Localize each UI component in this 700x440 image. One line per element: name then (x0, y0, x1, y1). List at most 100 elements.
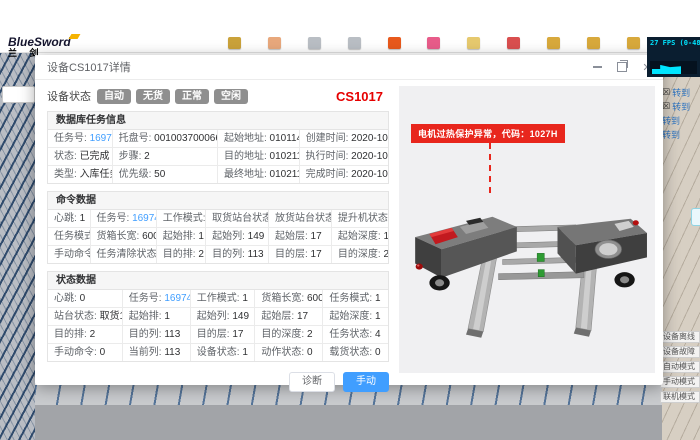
legend-item: 联机模式 (660, 391, 700, 403)
field-value: 4 (375, 329, 381, 340)
worker-icon[interactable] (228, 37, 241, 49)
warehouse-icon[interactable] (587, 37, 600, 49)
restore-icon[interactable] (616, 61, 628, 73)
field-value: 17 (232, 329, 243, 340)
device-status-label: 设备状态 (47, 88, 91, 104)
goto-link[interactable]: 转到 (662, 114, 699, 126)
legend-column: 设备离线设备故障自动模式手动模式联机模式 (660, 331, 700, 403)
field-value: 2 (198, 249, 204, 260)
field-目的排: 目的排: 2 (48, 326, 123, 343)
shuttle-device-3d (405, 186, 649, 339)
field-任务模式: 任务模式: 1 (48, 228, 91, 245)
field-创建时间: 创建时间: 2020-10-21 09:58:43 (300, 130, 388, 147)
legend-item: 自动模式 (660, 361, 700, 373)
section-title: 状态数据 (47, 271, 389, 289)
field-任务清除状态: 任务清除状态: 2 (91, 246, 157, 263)
diagnose-button[interactable]: 诊断 (289, 372, 335, 392)
box-pink-icon[interactable] (427, 37, 440, 49)
field-起始深度: 起始深度: 1 (332, 228, 388, 245)
person-icon[interactable] (268, 37, 281, 49)
field-value: 2020-10-21 09:58:43 (351, 133, 388, 144)
goto-link[interactable]: ☒转到 (662, 100, 699, 112)
status-badge: 空闲 (214, 89, 248, 104)
goto-link[interactable]: 转到 (662, 128, 699, 140)
field-任务模式: 任务模式: 1 (323, 290, 388, 307)
field-value: 0102113172 (270, 169, 300, 180)
app-topbar: BlueSword 兰 剑 (0, 0, 700, 53)
search-input[interactable] (2, 86, 35, 103)
field-类型: 类型: 入库任务 (48, 166, 113, 183)
error-callout: 电机过热保护异常，代码：1027H (411, 124, 565, 143)
dialog-body: 设备状态 自动无货正常空闲 CS1017 数据库任务信息 任务号: 169742… (35, 80, 663, 385)
section-table: 心跳: 1任务号: 1697426工作模式: 1取货站台状态: 1放货站台状态:… (47, 209, 389, 264)
field-起始层: 起始层: 17 (269, 228, 332, 245)
goto-link[interactable]: ☒转到 (662, 86, 699, 98)
device-id: CS1017 (336, 89, 383, 104)
field-手动命令: 手动命令: 0 (48, 344, 123, 361)
field-任务号: 任务号: 1697426 (48, 130, 113, 147)
manual-button[interactable]: 手动 (343, 372, 389, 392)
monitor-icon[interactable] (308, 37, 321, 49)
warehouse-icon[interactable] (627, 37, 640, 49)
field-value: 1 (198, 231, 204, 242)
goto-column: ☒转到☒转到转到转到 (662, 86, 699, 140)
field-货箱长宽: 货箱长宽: 600*400 (255, 290, 323, 307)
section-title: 数据库任务信息 (47, 111, 389, 129)
field-value: 113 (248, 249, 264, 260)
factory-icon[interactable] (507, 37, 520, 49)
legend-item: 设备离线 (660, 331, 700, 343)
field-工作模式: 工作模式: 1 (191, 290, 256, 307)
minimize-icon[interactable] (591, 61, 603, 73)
task-id-link[interactable]: 1697426 (132, 213, 157, 224)
fps-counter: 27 FPS (0-48) (650, 39, 697, 47)
section-title: 命令数据 (47, 191, 389, 209)
monitor-icon[interactable] (348, 37, 361, 49)
field-起始深度: 起始深度: 1 (323, 308, 388, 325)
box-yellow-icon[interactable] (467, 37, 480, 49)
field-目的深度: 目的深度: 2 (255, 326, 323, 343)
field-起始地址: 起始地址: 0101149171 (218, 130, 300, 147)
field-value: 50 (154, 169, 165, 180)
field-货箱长宽: 货箱长宽: 600*400 (91, 228, 157, 245)
field-value: 1 (242, 347, 248, 358)
checkbox-icon[interactable]: ☒ (662, 101, 670, 112)
task-id-link[interactable]: 1697426 (90, 133, 113, 144)
field-value: 0101149171 (270, 133, 300, 144)
warehouse-3d-scene-bottom (35, 385, 662, 440)
field-value: 17 (311, 231, 322, 242)
device-status-row: 设备状态 自动无货正常空闲 CS1017 (47, 88, 389, 104)
task-id-link[interactable]: 1697426 (164, 293, 190, 304)
legend-item: 手动模式 (660, 376, 700, 388)
checkbox-icon[interactable]: ☒ (662, 87, 670, 98)
field-value: 17 (311, 249, 322, 260)
dialog-titlebar: 设备CS1017详情 ✕ (35, 55, 663, 80)
status-badge: 正常 (175, 89, 209, 104)
section-table: 心跳: 0任务号: 1697426工作模式: 1货箱长宽: 600*400任务模… (47, 289, 389, 362)
field-value: 2020-10-21 09:58:49 (351, 151, 388, 162)
field-value: 149 (248, 231, 265, 242)
field-value: 2 (383, 249, 388, 260)
field-value: 0 (307, 347, 313, 358)
field-目的排: 目的排: 2 (157, 246, 206, 263)
field-任务号: 任务号: 1697426 (91, 210, 157, 227)
fps-stats-panel: 27 FPS (0-48) (647, 37, 700, 77)
field-目的层: 目的层: 17 (269, 246, 332, 263)
warehouse-icon[interactable] (547, 37, 560, 49)
section-status-data: 状态数据 心跳: 0任务号: 1697426工作模式: 1货箱长宽: 600*4… (47, 271, 389, 362)
device-3d-panel: 电机过热保护异常，代码：1027H (399, 86, 655, 373)
field-完成时间: 完成时间: 2020-10-21 09:59:35 (300, 166, 388, 183)
field-心跳: 心跳: 0 (48, 290, 123, 307)
status-badges: 自动无货正常空闲 (97, 89, 248, 104)
dialog-footer: 诊断 手动 (47, 369, 389, 392)
field-value: 2 (144, 151, 150, 162)
field-动作状态: 动作状态: 0 (255, 344, 323, 361)
field-起始列: 起始列: 149 (191, 308, 256, 325)
alert-icon[interactable] (388, 37, 401, 49)
field-value: 0 (100, 347, 106, 358)
field-步骤: 步骤: 2 (113, 148, 218, 165)
window-controls: ✕ (591, 61, 653, 73)
section-table: 任务号: 1697426托盘号: 00100370006611464548起始地… (47, 129, 389, 184)
field-起始排: 起始排: 1 (123, 308, 191, 325)
status-badge: 无货 (136, 89, 170, 104)
legend-item: 设备故障 (660, 346, 700, 358)
